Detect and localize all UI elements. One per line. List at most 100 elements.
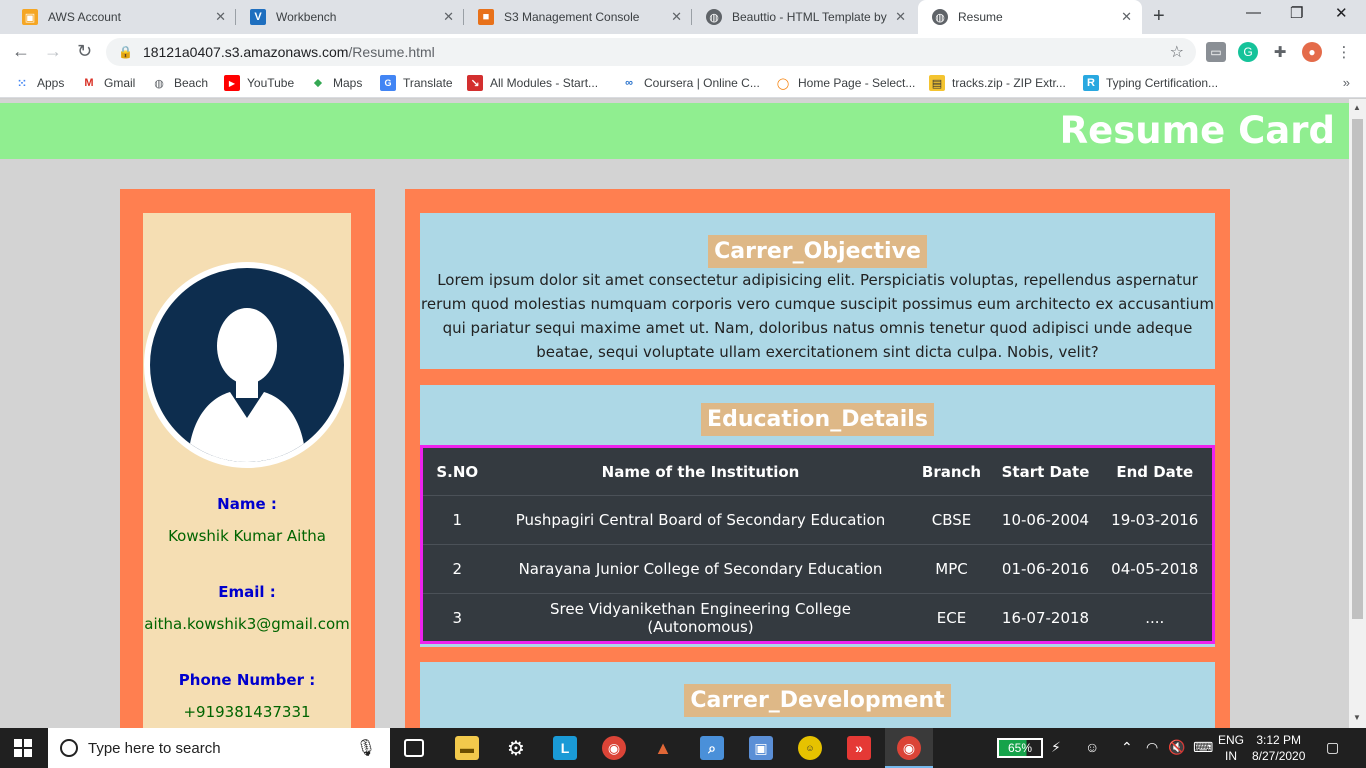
- table-row: 1 Pushpagiri Central Board of Secondary …: [421, 495, 1214, 545]
- close-icon[interactable]: ✕: [443, 9, 454, 25]
- bookmark-all-modules[interactable]: ↘ All Modules - Start...: [467, 75, 598, 91]
- close-window-icon[interactable]: ✕: [1335, 4, 1348, 22]
- tab-title: Beauttio - HTML Template by W: [732, 10, 890, 24]
- menu-icon[interactable]: ⋮: [1334, 42, 1354, 62]
- remote-desktop-icon[interactable]: ▣: [749, 736, 773, 760]
- scroll-up-icon[interactable]: ▲: [1353, 103, 1361, 112]
- aws-cube-icon: ▣: [22, 9, 38, 25]
- modules-icon: ↘: [467, 75, 483, 91]
- table-cell: 3: [421, 593, 492, 643]
- search-icon: [60, 739, 78, 757]
- tab-beauttio[interactable]: ◍ Beauttio - HTML Template by W ✕: [692, 0, 916, 34]
- content-card: Carrer_Objective Lorem ipsum dolor sit a…: [405, 189, 1230, 728]
- vocareum-icon: V: [250, 9, 266, 25]
- bookmark-home-page[interactable]: ◯ Home Page - Select...: [775, 75, 916, 91]
- url-input[interactable]: 🔒 18121a0407.s3.amazonaws.com /Resume.ht…: [106, 38, 1196, 66]
- gmail-icon: M: [84, 77, 94, 89]
- url-host: 18121a0407.s3.amazonaws.com: [142, 44, 349, 60]
- email-value: aitha.kowshik3@gmail.com: [144, 615, 350, 633]
- search-app-icon[interactable]: ⌕: [700, 736, 724, 760]
- app-yellow-icon[interactable]: ☺: [798, 736, 822, 760]
- cast-icon[interactable]: ▭: [1206, 42, 1226, 62]
- objective-section: Carrer_Objective Lorem ipsum dolor sit a…: [420, 213, 1215, 369]
- url-path: /Resume.html: [348, 44, 435, 60]
- task-view-icon[interactable]: [404, 739, 424, 757]
- language-indicator[interactable]: ENG IN: [1218, 732, 1244, 764]
- grammarly-icon[interactable]: G: [1238, 42, 1258, 62]
- power-plug-icon[interactable]: ⚡: [1051, 739, 1061, 756]
- battery-percent: 65%: [1007, 741, 1033, 755]
- table-row: 3 Sree Vidyanikethan Engineering College…: [421, 593, 1214, 643]
- new-tab-button[interactable]: +: [1153, 5, 1165, 28]
- table-cell: Narayana Junior College of Secondary Edu…: [491, 544, 910, 594]
- file-explorer-icon[interactable]: ▬: [455, 736, 479, 760]
- reload-icon[interactable]: ↻: [77, 41, 92, 62]
- windows-start-icon[interactable]: [14, 739, 32, 757]
- tab-strip: ▣ AWS Account ✕ V Workbench ✕ ■ S3 Manag…: [0, 0, 1366, 34]
- clock[interactable]: 3:12 PM 8/27/2020: [1252, 732, 1305, 764]
- globe-icon: ◍: [154, 77, 164, 90]
- more-bookmarks-icon[interactable]: »: [1343, 75, 1350, 90]
- bookmark-label: Translate: [403, 76, 453, 90]
- bookmark-label: YouTube: [247, 76, 295, 90]
- keyboard-icon[interactable]: ⌨: [1193, 739, 1213, 756]
- bookmark-translate[interactable]: G Translate: [380, 75, 453, 91]
- settings-gear-icon[interactable]: ⚙: [504, 736, 528, 760]
- bookmark-beach[interactable]: ◍ Beach: [151, 75, 208, 91]
- back-icon[interactable]: ←: [12, 41, 30, 62]
- app-red-icon[interactable]: »: [847, 736, 871, 760]
- bookmark-apps[interactable]: ⁙ Apps: [14, 75, 64, 91]
- phone-label: Phone Number :: [178, 671, 316, 689]
- tab-title: Resume: [958, 10, 1003, 24]
- tab-title: AWS Account: [48, 10, 121, 24]
- restore-icon[interactable]: ❐: [1290, 4, 1303, 22]
- table-cell: 19-03-2016: [1097, 495, 1214, 545]
- close-icon[interactable]: ✕: [1121, 9, 1132, 25]
- bookmark-tracks-zip[interactable]: ▤ tracks.zip - ZIP Extr...: [929, 75, 1066, 91]
- youtube-icon: ▶: [224, 75, 240, 91]
- minimize-icon[interactable]: —: [1246, 4, 1261, 21]
- app-l-icon[interactable]: L: [553, 736, 577, 760]
- matlab-icon[interactable]: ▲: [651, 736, 675, 760]
- battery-indicator[interactable]: 65%: [997, 738, 1043, 758]
- microphone-icon[interactable]: 🎙: [356, 738, 376, 758]
- column-header: Branch: [921, 462, 982, 481]
- chevron-up-icon[interactable]: ⌃: [1121, 739, 1133, 756]
- bookmark-star-icon[interactable]: ☆: [1170, 42, 1184, 62]
- tab-workbench[interactable]: V Workbench ✕: [236, 0, 464, 34]
- bookmark-label: Gmail: [104, 76, 136, 90]
- close-icon[interactable]: ✕: [215, 9, 226, 25]
- bookmark-maps[interactable]: ⬥ Maps: [310, 75, 362, 91]
- close-icon[interactable]: ✕: [895, 9, 906, 25]
- bookmark-youtube[interactable]: ▶ YouTube: [224, 75, 294, 91]
- name-value: Kowshik Kumar Aitha: [168, 527, 326, 545]
- notification-icon[interactable]: ▢: [1326, 739, 1339, 756]
- close-icon[interactable]: ✕: [671, 9, 682, 25]
- people-icon[interactable]: ☺: [1085, 739, 1099, 755]
- bookmark-gmail[interactable]: M Gmail: [81, 75, 135, 91]
- scrollbar-thumb[interactable]: [1352, 119, 1363, 619]
- scroll-down-icon[interactable]: ▼: [1353, 713, 1361, 722]
- wifi-icon[interactable]: ◠: [1146, 739, 1158, 756]
- region-code: IN: [1225, 749, 1237, 763]
- page-scrollbar[interactable]: ▲ ▼: [1349, 99, 1366, 728]
- forward-icon[interactable]: →: [44, 41, 62, 62]
- tab-aws-account[interactable]: ▣ AWS Account ✕: [8, 0, 236, 34]
- tab-title: Workbench: [276, 10, 337, 24]
- maps-pin-icon: ⬥: [314, 76, 322, 89]
- education-title: Education_Details: [701, 403, 934, 436]
- chrome-active-icon[interactable]: ◉: [897, 736, 921, 760]
- clock-date: 8/27/2020: [1252, 749, 1306, 763]
- taskbar-search-input[interactable]: Type here to search 🎙: [48, 728, 390, 768]
- chrome-icon[interactable]: ◉: [602, 736, 626, 760]
- profile-avatar[interactable]: ●: [1302, 42, 1322, 62]
- tab-s3-console[interactable]: ■ S3 Management Console ✕: [464, 0, 692, 34]
- name-label: Name :: [217, 495, 277, 513]
- volume-mute-icon[interactable]: 🔇: [1168, 739, 1185, 756]
- address-bar: ← → ↻ 🔒 18121a0407.s3.amazonaws.com /Res…: [0, 34, 1366, 70]
- table-cell: 16-07-2018: [993, 593, 1098, 643]
- bookmark-typing[interactable]: R Typing Certification...: [1083, 75, 1218, 91]
- tab-resume[interactable]: ◍ Resume ✕: [918, 0, 1142, 34]
- bookmark-coursera[interactable]: ∞ Coursera | Online C...: [621, 75, 760, 91]
- extensions-icon[interactable]: ✚: [1270, 42, 1290, 62]
